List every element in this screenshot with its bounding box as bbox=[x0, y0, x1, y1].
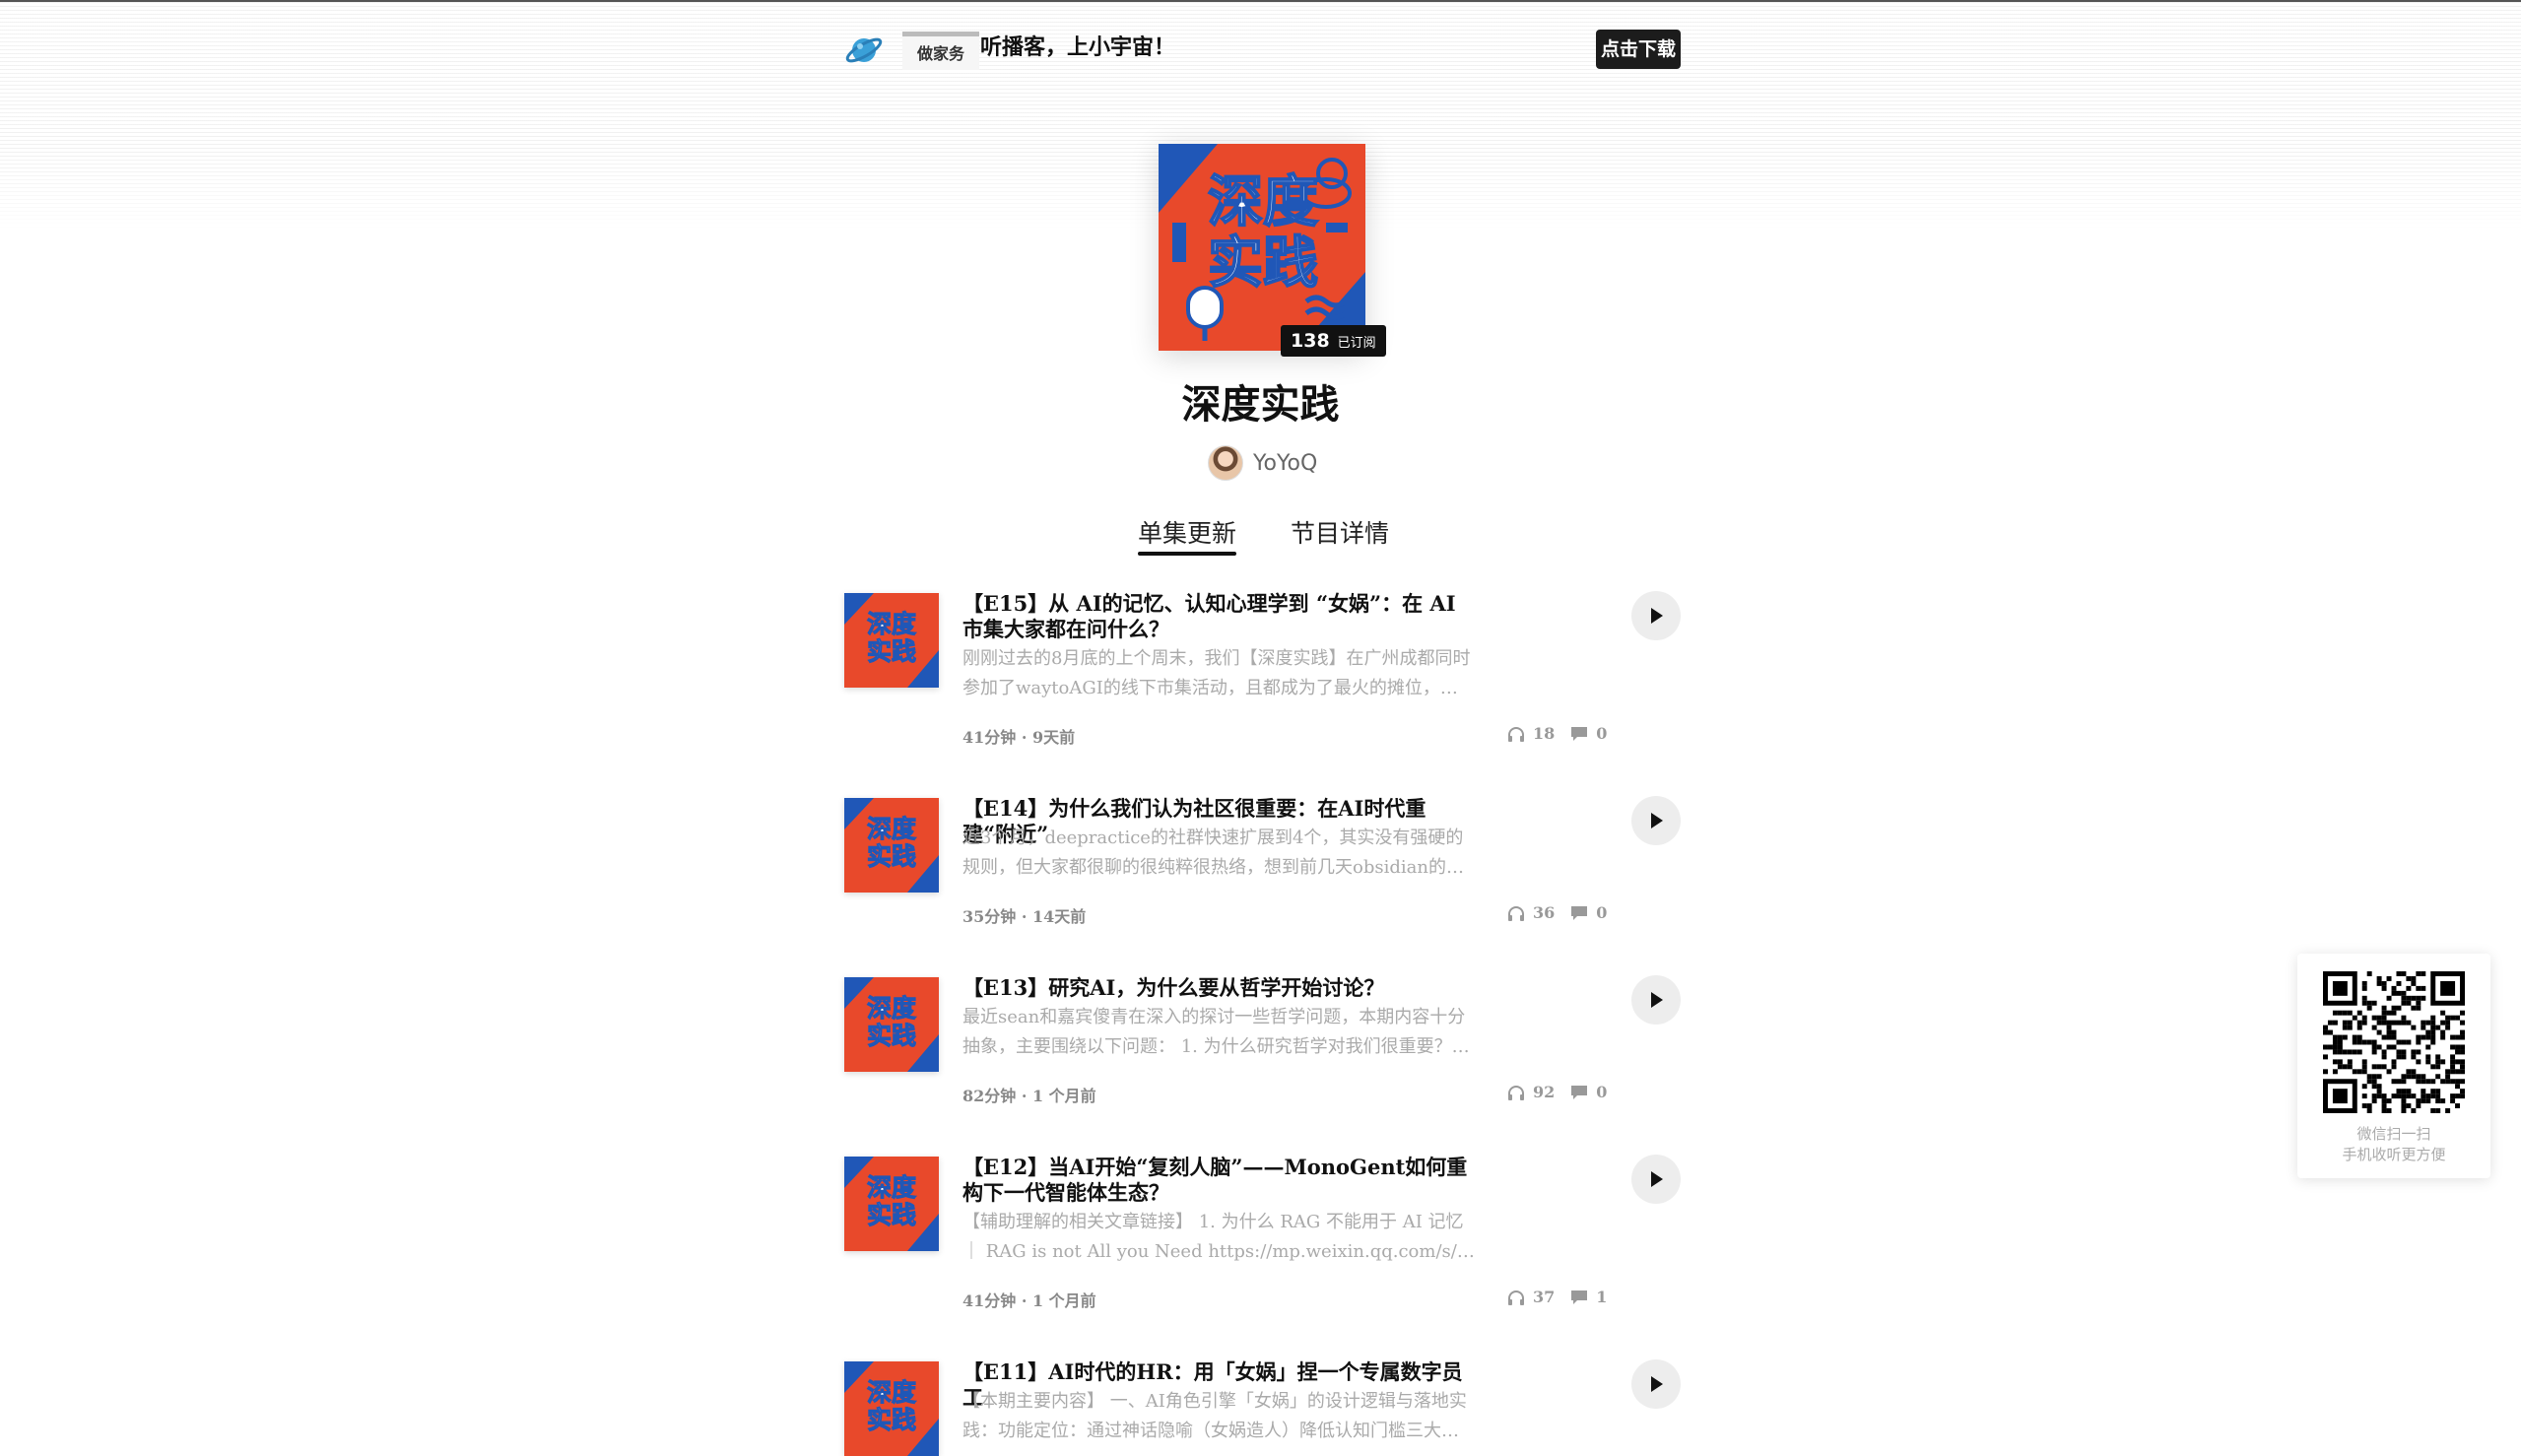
episode-description: 刚刚过去的8月底的上个周末，我们【深度实践】在广州成都同时参加了waytoAGI… bbox=[962, 648, 1471, 698]
episode-title[interactable]: 【E15】从 AI的记忆、认知心理学到 “女娲”：在 AI 市集大家都在问什么？ bbox=[962, 591, 1475, 642]
episode-stats: 92 0 bbox=[1507, 1083, 1607, 1101]
listen-count: 92 bbox=[1533, 1083, 1556, 1101]
headphones-icon bbox=[1508, 726, 1524, 742]
listen-count: 37 bbox=[1533, 1288, 1556, 1306]
thumb-text-2: 实践 bbox=[867, 842, 916, 871]
episode-thumbnail[interactable]: 深度 实践 bbox=[844, 977, 939, 1072]
planet-icon[interactable] bbox=[844, 30, 884, 69]
top-header: 做家务 听播客，上小宇宙！ 点击下载 bbox=[844, 28, 1681, 71]
episode-meta: 82分钟 · 1 个月前 bbox=[962, 1087, 1096, 1105]
play-button[interactable] bbox=[1631, 975, 1681, 1025]
thumb-text-2: 实践 bbox=[867, 1201, 916, 1229]
podcast-title: 深度实践 bbox=[1181, 382, 1340, 428]
comment-icon bbox=[1571, 1085, 1588, 1099]
play-icon bbox=[1651, 1171, 1663, 1187]
thumb-text-2: 实践 bbox=[867, 637, 916, 666]
play-icon bbox=[1651, 1376, 1663, 1392]
cover-title-line2: 实践 bbox=[1208, 232, 1318, 296]
tab-bar: 单集更新 节目详情 bbox=[0, 514, 2521, 562]
author-link[interactable]: YoYoQ bbox=[1208, 445, 1317, 481]
comment-count: 0 bbox=[1596, 903, 1608, 922]
qr-code bbox=[2323, 971, 2465, 1113]
comment-count: 0 bbox=[1596, 724, 1608, 743]
thumb-text-1: 深度 bbox=[867, 994, 916, 1023]
download-button[interactable]: 点击下载 bbox=[1596, 30, 1681, 69]
author-name[interactable]: YoYoQ bbox=[1253, 451, 1317, 476]
tab-details[interactable]: 节目详情 bbox=[1291, 514, 1389, 550]
episode-description: 【辅助理解的相关文章链接】 1. 为什么 RAG 不能用于 AI 记忆 ｜ RA… bbox=[962, 1212, 1464, 1262]
comment-icon bbox=[1571, 905, 1588, 920]
slogan-text: 听播客，上小宇宙！ bbox=[980, 35, 1176, 60]
podcast-cover: 深度 实践 bbox=[1159, 144, 1365, 351]
comment-count: 0 bbox=[1596, 1083, 1608, 1101]
episode-thumbnail[interactable]: 深度 实践 bbox=[844, 798, 939, 893]
episode-meta: 41分钟 · 9天前 bbox=[962, 728, 1076, 747]
episode-description: 最近sean和嘉宾傻青在深入的探讨一些哲学问题，本期内容十分抽象，主要围绕以下问… bbox=[962, 1007, 1470, 1057]
comment-count: 1 bbox=[1596, 1288, 1608, 1306]
qr-code-panel: 微信扫一扫 手机收听更方便 bbox=[2297, 954, 2490, 1178]
episode-thumbnail[interactable]: 深度 实践 bbox=[844, 1157, 939, 1251]
subscriber-label: 已订阅 bbox=[1337, 335, 1376, 351]
author-avatar[interactable] bbox=[1208, 445, 1243, 481]
episode-meta: 41分钟 · 1 个月前 bbox=[962, 1291, 1096, 1310]
cover-title-line1: 深度 bbox=[1208, 170, 1318, 234]
thumb-text-1: 深度 bbox=[867, 815, 916, 843]
comment-icon bbox=[1571, 726, 1588, 741]
play-button[interactable] bbox=[1631, 1155, 1681, 1204]
episode-stats: 18 0 bbox=[1507, 724, 1607, 743]
headphones-icon bbox=[1508, 905, 1524, 921]
thumb-text-2: 实践 bbox=[867, 1022, 916, 1050]
thumb-text-2: 实践 bbox=[867, 1406, 916, 1434]
subscriber-count: 138 bbox=[1291, 330, 1330, 352]
play-button[interactable] bbox=[1631, 796, 1681, 845]
episode-description: 近3个月，deepractice的社群快速扩展到4个，其实没有强硬的规则，但大家… bbox=[962, 827, 1464, 878]
play-icon bbox=[1651, 608, 1663, 624]
episode-title[interactable]: 【E13】研究AI，为什么要从哲学开始讨论？ bbox=[962, 975, 1475, 1001]
episode-title[interactable]: 【E12】当AI开始“复刻人脑”——MonoGent如何重构下一代智能体生态？ bbox=[962, 1155, 1475, 1206]
episode-description: 【本期主要内容】 一、AI角色引擎「女娲」的设计逻辑与落地实践：功能定位：通过神… bbox=[962, 1391, 1467, 1441]
tab-episodes[interactable]: 单集更新 bbox=[1138, 514, 1237, 556]
listen-count: 36 bbox=[1533, 903, 1556, 922]
play-button[interactable] bbox=[1631, 1359, 1681, 1409]
episode-stats: 36 0 bbox=[1507, 903, 1607, 922]
play-icon bbox=[1651, 813, 1663, 828]
comment-icon bbox=[1571, 1290, 1588, 1304]
episode-stats: 37 1 bbox=[1507, 1288, 1607, 1306]
thumb-text-1: 深度 bbox=[867, 610, 916, 638]
headphones-icon bbox=[1508, 1290, 1524, 1305]
brand-tab[interactable]: 做家务 bbox=[902, 32, 979, 70]
headphones-icon bbox=[1508, 1085, 1524, 1100]
thumb-text-1: 深度 bbox=[867, 1173, 916, 1202]
episode-thumbnail[interactable]: 深度 实践 bbox=[844, 1361, 939, 1456]
episode-thumbnail[interactable]: 深度 实践 bbox=[844, 593, 939, 688]
play-button[interactable] bbox=[1631, 591, 1681, 640]
thumb-text-1: 深度 bbox=[867, 1378, 916, 1407]
play-icon bbox=[1651, 992, 1663, 1008]
listen-count: 18 bbox=[1533, 724, 1556, 743]
qr-caption-line2: 手机收听更方便 bbox=[2342, 1146, 2446, 1163]
episode-meta: 35分钟 · 14天前 bbox=[962, 907, 1087, 926]
subscriber-badge: 138 已订阅 bbox=[1281, 325, 1386, 357]
cover-art: 深度 实践 bbox=[1159, 144, 1365, 351]
qr-caption-line1: 微信扫一扫 bbox=[2356, 1125, 2431, 1143]
